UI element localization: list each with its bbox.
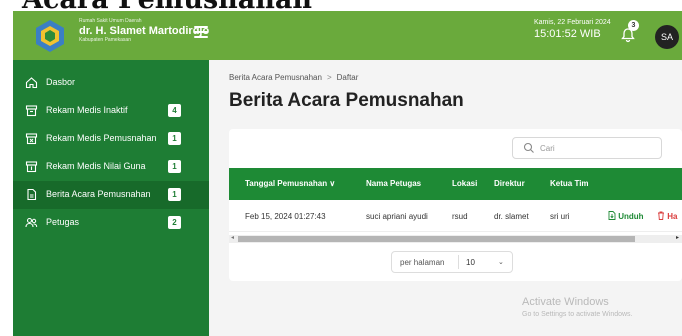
main-content: Berita Acara Pemusnahan > Daftar Berita Ac… <box>209 60 682 336</box>
sidebar-item-label: Rekam Medis Inaktif <box>46 105 128 115</box>
breadcrumb: Berita Acara Pemusnahan > Daftar <box>229 73 358 82</box>
cell-direktur: dr. slamet <box>494 212 529 221</box>
sidebar-item-rekam-medis-pemusnahan[interactable]: Rekam Medis Pemusnahan 1 <box>13 125 209 153</box>
search-icon <box>523 142 534 153</box>
document-icon <box>27 188 37 201</box>
avatar[interactable]: SA <box>655 25 679 49</box>
sidebar: Dasbor Rekam Medis Inaktif 4 Rekam Medis… <box>13 60 209 336</box>
brand-small-text: Rumah Sakit Umum Daerah <box>79 18 142 24</box>
column-header-nama-petugas[interactable]: Nama Petugas <box>366 179 421 188</box>
column-header-ketua-tim[interactable]: Ketua Tim <box>550 179 589 188</box>
per-page-select[interactable]: per halaman 10 ⌄ <box>391 251 513 273</box>
scroll-left-icon[interactable]: ◂ <box>231 234 234 241</box>
cell-ketua-tim: sri uri <box>550 212 570 221</box>
breadcrumb-current: Daftar <box>336 73 359 82</box>
sidebar-item-rekam-medis-inaktif[interactable]: Rekam Medis Inaktif 4 <box>13 97 209 125</box>
cell-nama-petugas: suci apriani ayudi <box>366 212 428 221</box>
sidebar-item-berita-acara-pemusnahan[interactable]: Berita Acara Pemusnahan 1 <box>13 181 209 209</box>
sidebar-item-label: Rekam Medis Pemusnahan <box>46 133 157 143</box>
brand[interactable]: Rumah Sakit Umum Daerah dr. H. Slamet Ma… <box>79 18 209 43</box>
per-page-value: 10 <box>466 258 475 267</box>
hospital-logo-icon <box>36 20 64 52</box>
table-header: Tanggal Pemusnahan ∨ Nama Petugas Lokasi… <box>229 168 682 200</box>
archive-x-icon <box>25 133 38 145</box>
per-page-label: per halaman <box>400 258 445 267</box>
column-header-lokasi[interactable]: Lokasi <box>452 179 477 188</box>
search-box[interactable] <box>512 137 662 159</box>
top-bar: Rumah Sakit Umum Daerah dr. H. Slamet Ma… <box>13 11 682 60</box>
table-card: Tanggal Pemusnahan ∨ Nama Petugas Lokasi… <box>229 129 682 281</box>
sidebar-item-label: Dasbor <box>46 77 76 87</box>
delete-button[interactable]: Ha <box>657 211 677 221</box>
datetime-display: Kamis, 22 Februari 2024 15:01:52 WIB <box>534 19 611 40</box>
download-button[interactable]: Unduh <box>608 211 644 221</box>
notification-badge: 3 <box>628 20 639 31</box>
count-badge: 1 <box>168 160 181 173</box>
sidebar-item-rekam-medis-nilai-guna[interactable]: Rekam Medis Nilai Guna 1 <box>13 153 209 181</box>
archive-icon <box>25 105 38 117</box>
sidebar-item-label: Berita Acara Pemusnahan <box>46 189 151 199</box>
users-icon <box>25 217 38 228</box>
brand-sub-text: Kabupaten Pamekasan <box>79 37 131 43</box>
download-label: Unduh <box>618 212 644 221</box>
scroll-right-icon[interactable]: ▸ <box>676 234 679 241</box>
watermark-subtitle: Go to Settings to activate Windows. <box>522 311 633 318</box>
download-file-icon <box>608 211 616 220</box>
scrollbar-thumb[interactable] <box>238 236 635 242</box>
column-header-tanggal[interactable]: Tanggal Pemusnahan ∨ <box>245 179 335 188</box>
sidebar-item-label: Petugas <box>46 217 80 227</box>
breadcrumb-separator: > <box>326 73 332 82</box>
breadcrumb-parent[interactable]: Berita Acara Pemusnahan <box>229 73 322 82</box>
divider <box>458 255 459 269</box>
chevron-down-icon: ∨ <box>329 179 336 188</box>
trash-icon <box>658 211 664 220</box>
activate-windows-watermark: Activate Windows Go to Settings to activ… <box>522 296 633 318</box>
sidebar-item-label: Rekam Medis Nilai Guna <box>46 161 146 171</box>
brand-name: dr. H. Slamet Martodirdjo <box>79 25 210 37</box>
count-badge: 2 <box>168 216 181 229</box>
current-date: Kamis, 22 Februari 2024 <box>534 19 611 26</box>
current-time: 15:01:52 WIB <box>534 28 601 40</box>
horizontal-scrollbar[interactable]: ◂ ▸ <box>229 235 682 243</box>
sidebar-item-petugas[interactable]: Petugas 2 <box>13 209 209 237</box>
sidebar-item-dasbor[interactable]: Dasbor <box>13 69 209 97</box>
count-badge: 1 <box>168 188 181 201</box>
count-badge: 1 <box>168 132 181 145</box>
home-icon <box>25 77 38 89</box>
column-header-direktur[interactable]: Direktur <box>494 179 525 188</box>
cell-tanggal: Feb 15, 2024 01:27:43 <box>245 212 326 221</box>
search-input[interactable] <box>540 141 655 156</box>
page-title: Berita Acara Pemusnahan <box>229 90 464 111</box>
count-badge: 4 <box>168 104 181 117</box>
table-row: Feb 15, 2024 01:27:43 suci apriani ayudi… <box>229 200 682 232</box>
column-header-label: Tanggal Pemusnahan <box>245 179 328 188</box>
hamburger-menu-icon[interactable] <box>194 26 208 38</box>
archive-check-icon <box>25 161 38 173</box>
delete-label: Ha <box>667 212 678 221</box>
cell-lokasi: rsud <box>452 212 468 221</box>
chevron-down-icon: ⌄ <box>498 259 504 266</box>
page: Acara Pemusnahan Rumah Sakit Umum Daerah… <box>0 0 682 336</box>
watermark-title: Activate Windows <box>522 296 609 308</box>
